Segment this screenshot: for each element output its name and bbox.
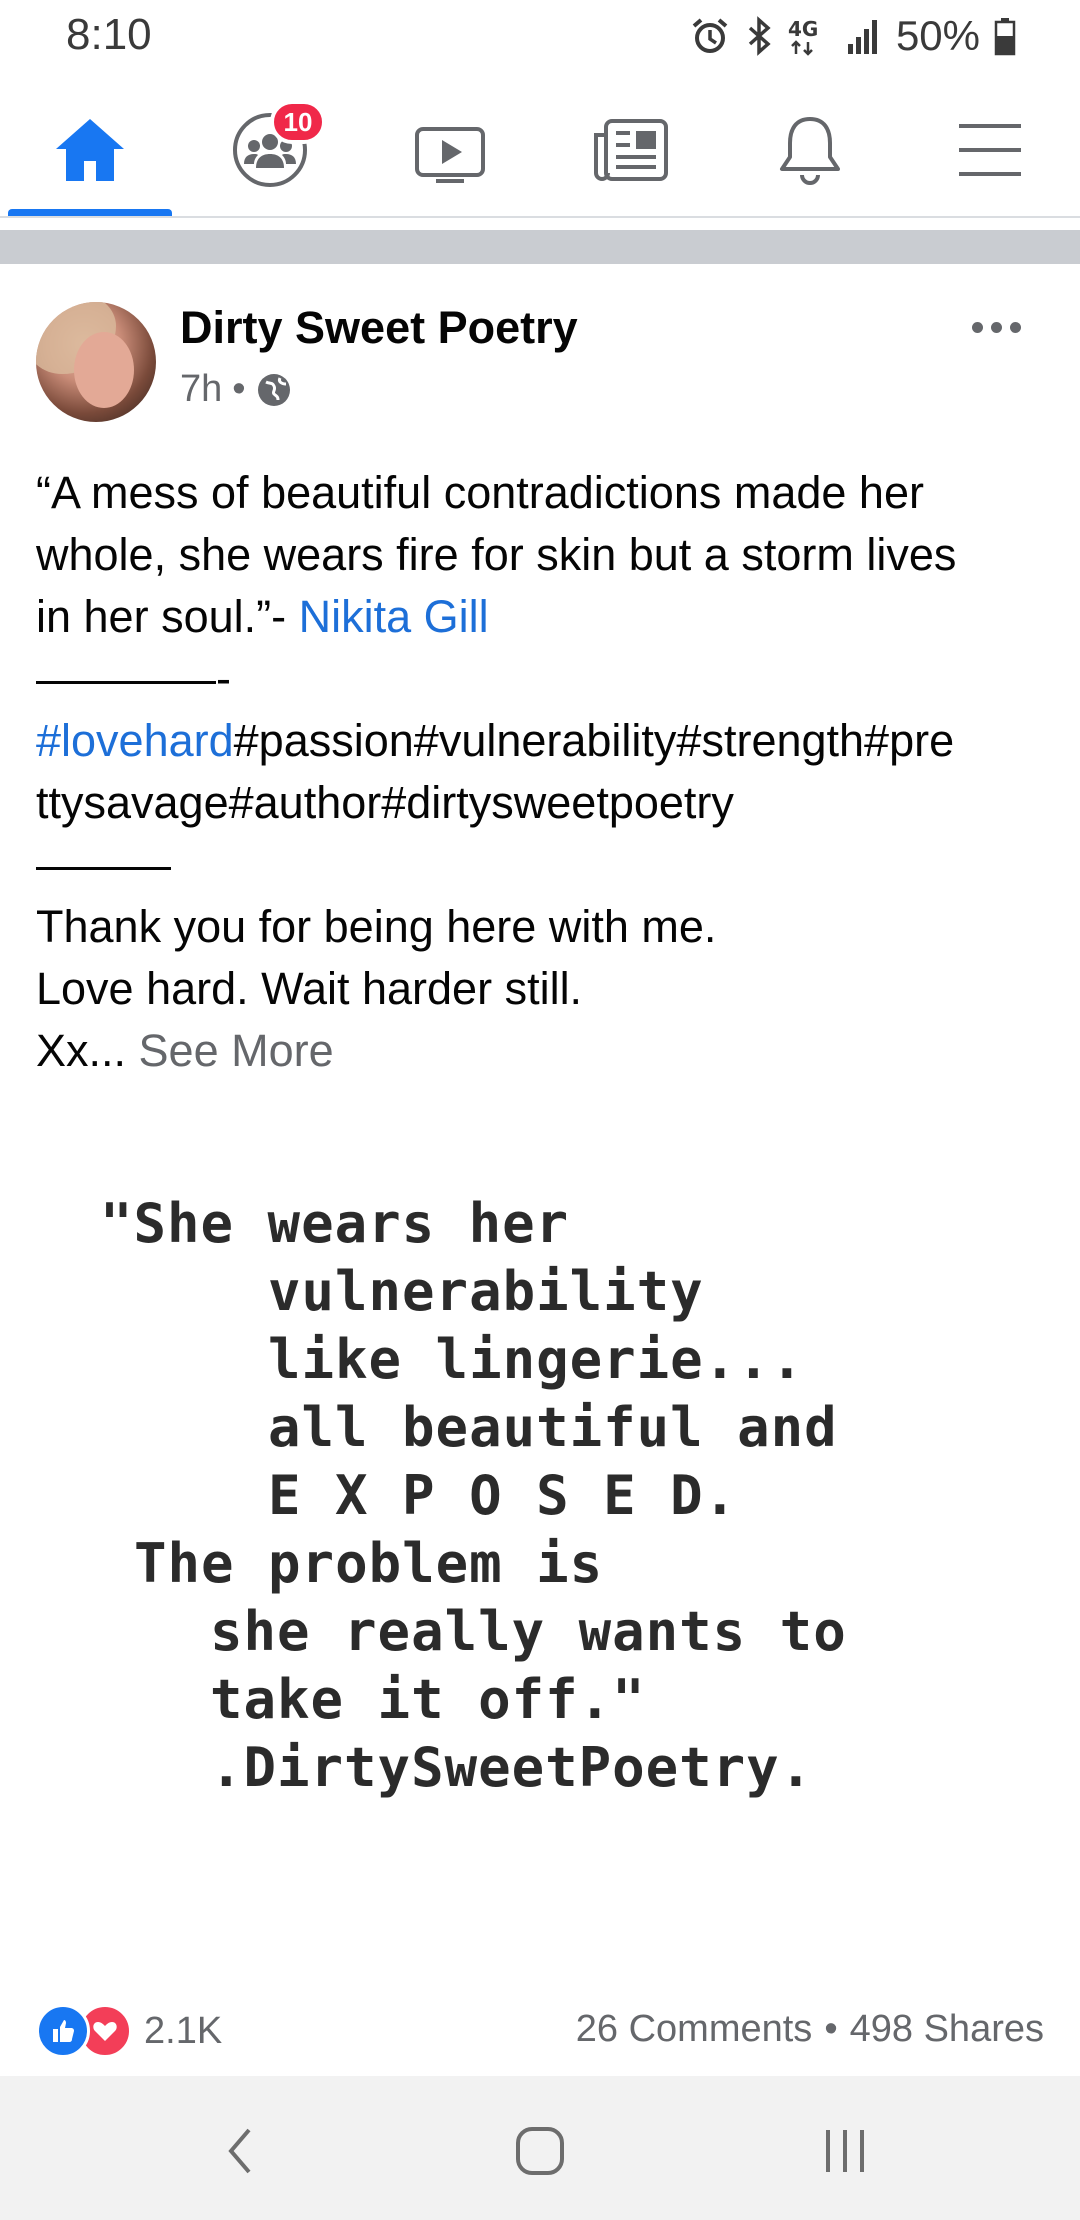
nav-notifications-tab[interactable] [720, 84, 900, 216]
battery-percent: 50% [895, 12, 980, 59]
comments-count[interactable]: 26 Comments [576, 2008, 813, 2051]
bell-icon [780, 117, 840, 185]
status-icons: 4G 50% [690, 12, 1016, 60]
hamburger-menu-icon [959, 124, 1021, 176]
post-line: whole, she wears fire for skin but a sto… [36, 529, 957, 580]
post-line: Thank you for being here with me. [36, 901, 717, 952]
status-bar: 8:10 4G 50% [0, 0, 1080, 72]
watch-badge: 10 [270, 100, 326, 144]
post-text-segment: #passion#vulnerability#strength#pre [233, 715, 955, 766]
home-circle-icon [516, 2127, 564, 2175]
post-line: #lovehard#passion#vulnerability#strength… [36, 710, 1046, 772]
post-line: ttysavage#author#dirtysweetpoetry [36, 777, 734, 828]
4g-lte-icon: 4G [788, 16, 832, 56]
post-line: ————- [36, 653, 231, 704]
post-line: in her soul.”- Nikita Gill [36, 586, 1046, 648]
reactions-summary[interactable]: 2.1K [36, 2004, 222, 2058]
home-button[interactable] [500, 2116, 580, 2186]
dot [972, 321, 983, 333]
dot [991, 321, 1002, 333]
active-tab-indicator [8, 209, 172, 216]
nav-home-tab[interactable] [0, 84, 180, 216]
watch-icon [415, 127, 485, 183]
reaction-count: 2.1K [144, 2009, 223, 2052]
nav-groups-tab[interactable] [180, 84, 360, 216]
dot [1010, 321, 1021, 333]
poem-line: E X P O S E D. [268, 1464, 738, 1527]
globe-icon [257, 373, 290, 406]
post-line: Xx... See More [36, 1020, 1046, 1082]
back-button[interactable] [200, 2116, 280, 2186]
recents-button[interactable] [805, 2116, 885, 2186]
status-time: 8:10 [66, 10, 152, 59]
nav-news-tab[interactable] [540, 84, 720, 216]
post-body: “A mess of beautiful contradictions made… [36, 462, 1046, 1082]
svg-text:4G: 4G [788, 17, 818, 41]
post-line: “A mess of beautiful contradictions made… [36, 467, 924, 518]
meta-separator: • [232, 368, 246, 410]
shares-count[interactable]: 498 Shares [850, 2008, 1044, 2051]
post-time[interactable]: 7h [180, 368, 222, 411]
poem-line: like lingerie... [268, 1328, 805, 1391]
author-avatar[interactable] [36, 302, 156, 422]
home-icon [56, 119, 124, 181]
post-text-segment: Xx... [36, 1025, 139, 1076]
top-nav-bar: 10 [0, 84, 1080, 218]
bluetooth-icon [744, 16, 774, 56]
poem-line: vulnerability [268, 1260, 704, 1323]
stats-separator: • [824, 2008, 838, 2050]
hashtag-link[interactable]: #lovehard [36, 715, 234, 766]
poem-line: "She wears her [100, 1192, 570, 1255]
news-icon [594, 119, 668, 181]
post-author-name[interactable]: Dirty Sweet Poetry [180, 302, 578, 354]
poem-line: all beautiful and [268, 1396, 838, 1459]
poem-line: .DirtySweetPoetry. [210, 1736, 814, 1799]
poem-line: The problem is [134, 1532, 604, 1595]
post-text-segment: in her soul.”- [36, 591, 299, 642]
recents-icon [826, 2130, 864, 2172]
post-meta: 7h • [180, 368, 292, 411]
poem-line: she really wants to [210, 1600, 847, 1663]
battery-icon [994, 16, 1016, 56]
nav-watch-tab[interactable] [360, 84, 540, 216]
feed-divider [0, 230, 1080, 264]
post-line: Love hard. Wait harder still. [36, 963, 583, 1014]
engagement-stats: 26 Comments • 498 Shares [576, 2008, 1044, 2051]
post-options-button[interactable] [972, 312, 1032, 342]
back-icon [228, 2128, 251, 2174]
like-icon [36, 2004, 90, 2058]
post-image[interactable]: "She wears her vulnerability like linger… [0, 1130, 1080, 1830]
signal-icon [846, 16, 882, 56]
system-nav-bar [0, 2076, 1080, 2220]
poem-line: take it off." [210, 1668, 646, 1731]
nav-menu-tab[interactable] [900, 84, 1080, 216]
post-line: ——— [36, 839, 171, 890]
avatar-face [74, 332, 134, 408]
author-mention-link[interactable]: Nikita Gill [299, 591, 489, 642]
alarm-icon [690, 16, 730, 56]
see-more-link[interactable]: See More [139, 1025, 334, 1076]
